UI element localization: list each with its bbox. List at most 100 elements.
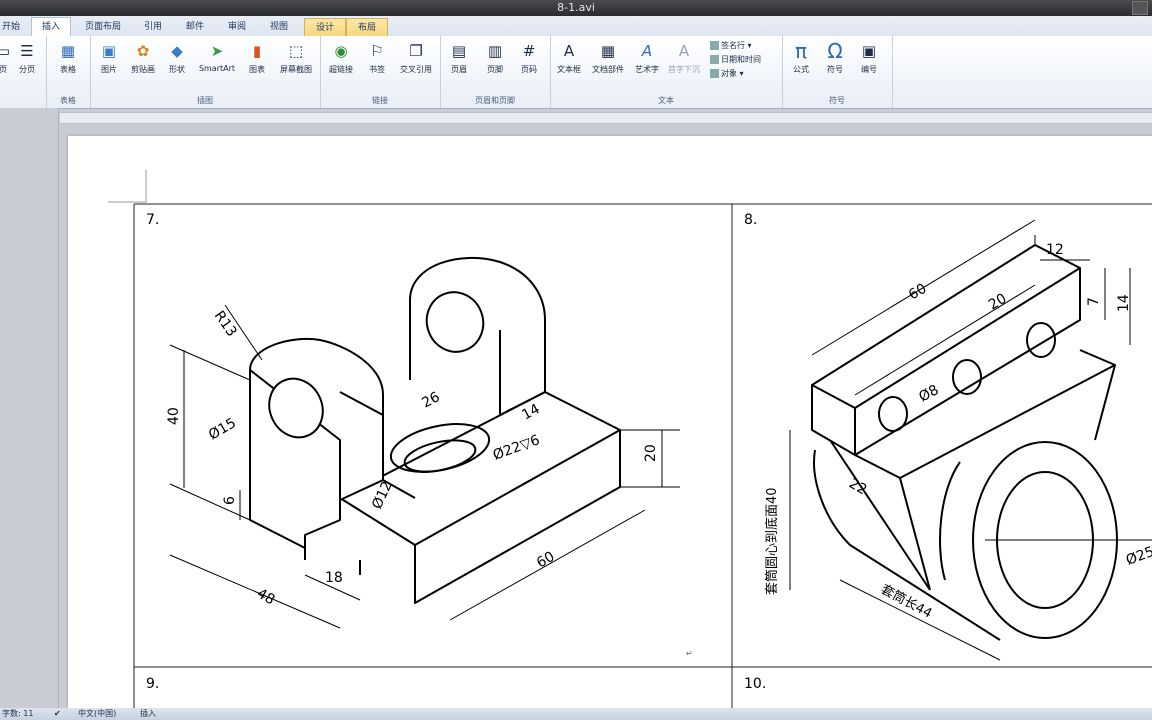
- bookmark-icon: ⚐: [370, 42, 384, 60]
- group-label-symbols: 符号: [829, 96, 845, 105]
- chart-icon: ▮: [252, 42, 262, 60]
- omega-icon: Ω: [827, 39, 843, 63]
- fig7-18: 18: [325, 570, 343, 586]
- number-button[interactable]: ▣ 编号: [852, 40, 886, 90]
- textbox-icon: A: [563, 42, 575, 60]
- fig8-7: 7: [1086, 297, 1102, 306]
- tab-insert[interactable]: 插入: [31, 17, 71, 37]
- document-drawing: 7. 8. 9. 10. ↵ R13 40 Ø15 26 14 Ø22▽6 20…: [108, 170, 1152, 708]
- fig7-40: 40: [166, 407, 182, 425]
- chart-button[interactable]: ▮ 图表: [240, 40, 274, 90]
- footer-button[interactable]: ▥ 页脚: [478, 40, 512, 90]
- fig8-len44: 套筒长44: [878, 581, 935, 621]
- picture-button[interactable]: ▣ 图片: [92, 40, 126, 90]
- table-button[interactable]: ▦ 表格: [51, 40, 85, 90]
- window-controls: [1132, 1, 1148, 15]
- insert-mode-indicator[interactable]: 插入: [140, 708, 156, 720]
- quickparts-button[interactable]: ▦ 文档部件: [588, 40, 628, 90]
- group-label-illustrations: 插图: [197, 96, 213, 105]
- fig8-d25: Ø25: [1124, 544, 1152, 569]
- clipart-icon: ✿: [136, 42, 150, 60]
- language-indicator[interactable]: 中文(中国): [78, 708, 116, 720]
- datetime-button[interactable]: 日期和时间: [710, 54, 761, 66]
- group-symbols: π 公式 Ω 符号 ▣ 编号 符号: [782, 36, 893, 108]
- symbol-button[interactable]: Ω 符号: [818, 40, 852, 90]
- tab-home[interactable]: 开始: [0, 18, 22, 36]
- signature-line-button[interactable]: 签名行 ▾: [710, 40, 752, 52]
- paragraph-mark: ↵: [686, 649, 693, 658]
- word-count[interactable]: 字数: 11: [2, 708, 33, 720]
- calendar-icon: [710, 55, 719, 64]
- shapes-icon: ◆: [171, 42, 183, 60]
- page-break-button[interactable]: ☰ 分页: [10, 40, 44, 90]
- dropcap-button[interactable]: A 首字下沉: [664, 40, 704, 90]
- group-links: ◉ 超链接 ⚐ 书签 ❐ 交叉引用 链接: [320, 36, 441, 108]
- fig7-r13: R13: [211, 308, 240, 340]
- tab-view[interactable]: 视图: [262, 18, 296, 36]
- cell-7-label: 7.: [146, 212, 159, 228]
- page-number-icon: #: [522, 42, 536, 60]
- fig7-60: 60: [534, 549, 557, 572]
- fig8-14: 14: [1116, 294, 1132, 312]
- header-button[interactable]: ▤ 页眉: [442, 40, 476, 90]
- tab-mailings[interactable]: 邮件: [178, 18, 212, 36]
- fig7-20: 20: [643, 444, 659, 462]
- group-illustrations: ▣ 图片 ✿ 剪贴画 ◆ 形状 ➤ SmartArt ▮ 图表 ⬚ 屏幕截图 插图: [90, 36, 321, 108]
- pi-icon: π: [794, 39, 808, 63]
- picture-icon: ▣: [101, 42, 117, 60]
- ribbon: ▭ 页 ☰ 分页 ▦ 表格 表格 ▣ 图片 ✿ 剪贴画 ◆ 形状 ➤ SmartArt ▮ 图表…: [0, 36, 1152, 109]
- table-icon: ▦: [60, 42, 76, 60]
- object-icon: [710, 69, 719, 78]
- object-button[interactable]: 对象 ▾: [710, 68, 744, 80]
- wordart-icon: A: [641, 42, 653, 60]
- dropcap-icon: A: [678, 42, 690, 60]
- group-pages: ▭ 页 ☰ 分页: [0, 36, 47, 108]
- margin-corner-mark: [108, 170, 147, 203]
- tab-layout[interactable]: 布局: [346, 18, 388, 37]
- fig8-60: 60: [906, 281, 929, 304]
- wordart-button[interactable]: A 艺术字: [630, 40, 664, 90]
- footer-icon: ▥: [487, 42, 503, 60]
- page-number-button[interactable]: # 页码: [512, 40, 546, 90]
- fig8-hole40: 套筒圆心到底面40: [764, 487, 780, 595]
- fig7-d15: Ø15: [206, 415, 239, 443]
- group-label-links: 链接: [372, 96, 388, 105]
- equation-button[interactable]: π 公式: [784, 40, 818, 90]
- ribbon-tabs: 开始 插入 页面布局 引用 邮件 审阅 视图 设计 布局: [0, 16, 1152, 37]
- cell-10-label: 10.: [744, 676, 766, 692]
- signature-icon: [710, 41, 719, 50]
- tab-review[interactable]: 审阅: [220, 18, 254, 36]
- hyperlink-button[interactable]: ◉ 超链接: [324, 40, 358, 90]
- group-table: ▦ 表格 表格: [46, 36, 91, 108]
- clipart-button[interactable]: ✿ 剪贴画: [126, 40, 160, 90]
- tab-page-layout[interactable]: 页面布局: [76, 18, 130, 36]
- window-title-bar: 8-1.avi: [0, 0, 1152, 16]
- page-break-icon: ☰: [20, 42, 34, 60]
- bookmark-button[interactable]: ⚐ 书签: [360, 40, 394, 90]
- proofing-icon[interactable]: ✔: [54, 708, 61, 720]
- cell-8-label: 8.: [744, 212, 757, 228]
- fig7-6: 6: [222, 496, 238, 505]
- group-label-text: 文本: [658, 96, 674, 105]
- left-margin-strip: [0, 108, 59, 708]
- status-bar: 字数: 11 ✔ 中文(中国) 插入: [0, 708, 1152, 720]
- document-page[interactable]: 7. 8. 9. 10. ↵ R13 40 Ø15 26 14 Ø22▽6 20…: [68, 136, 1152, 708]
- tab-design[interactable]: 设计: [304, 18, 346, 37]
- group-text: A 文本框 ▦ 文档部件 A 艺术字 A 首字下沉 签名行 ▾ 日期和时间 对象 ▾ 文…: [550, 36, 783, 108]
- window-title: 8-1.avi: [557, 1, 595, 14]
- horizontal-ruler[interactable]: [60, 112, 1152, 124]
- crossref-button[interactable]: ❐ 交叉引用: [396, 40, 436, 90]
- textbox-button[interactable]: A 文本框: [552, 40, 586, 90]
- tab-references[interactable]: 引用: [136, 18, 170, 36]
- globe-icon: ◉: [334, 42, 348, 60]
- quickparts-icon: ▦: [600, 42, 616, 60]
- shapes-button[interactable]: ◆ 形状: [160, 40, 194, 90]
- group-header-footer: ▤ 页眉 ▥ 页脚 # 页码 页眉和页脚: [440, 36, 551, 108]
- smartart-button[interactable]: ➤ SmartArt: [196, 40, 238, 90]
- figure-7-drawing: [249, 256, 621, 604]
- minimize-button[interactable]: [1132, 1, 1148, 15]
- header-icon: ▤: [451, 42, 467, 60]
- screenshot-icon: ⬚: [288, 42, 304, 60]
- cell-9-label: 9.: [146, 676, 159, 692]
- screenshot-button[interactable]: ⬚ 屏幕截图: [274, 40, 318, 90]
